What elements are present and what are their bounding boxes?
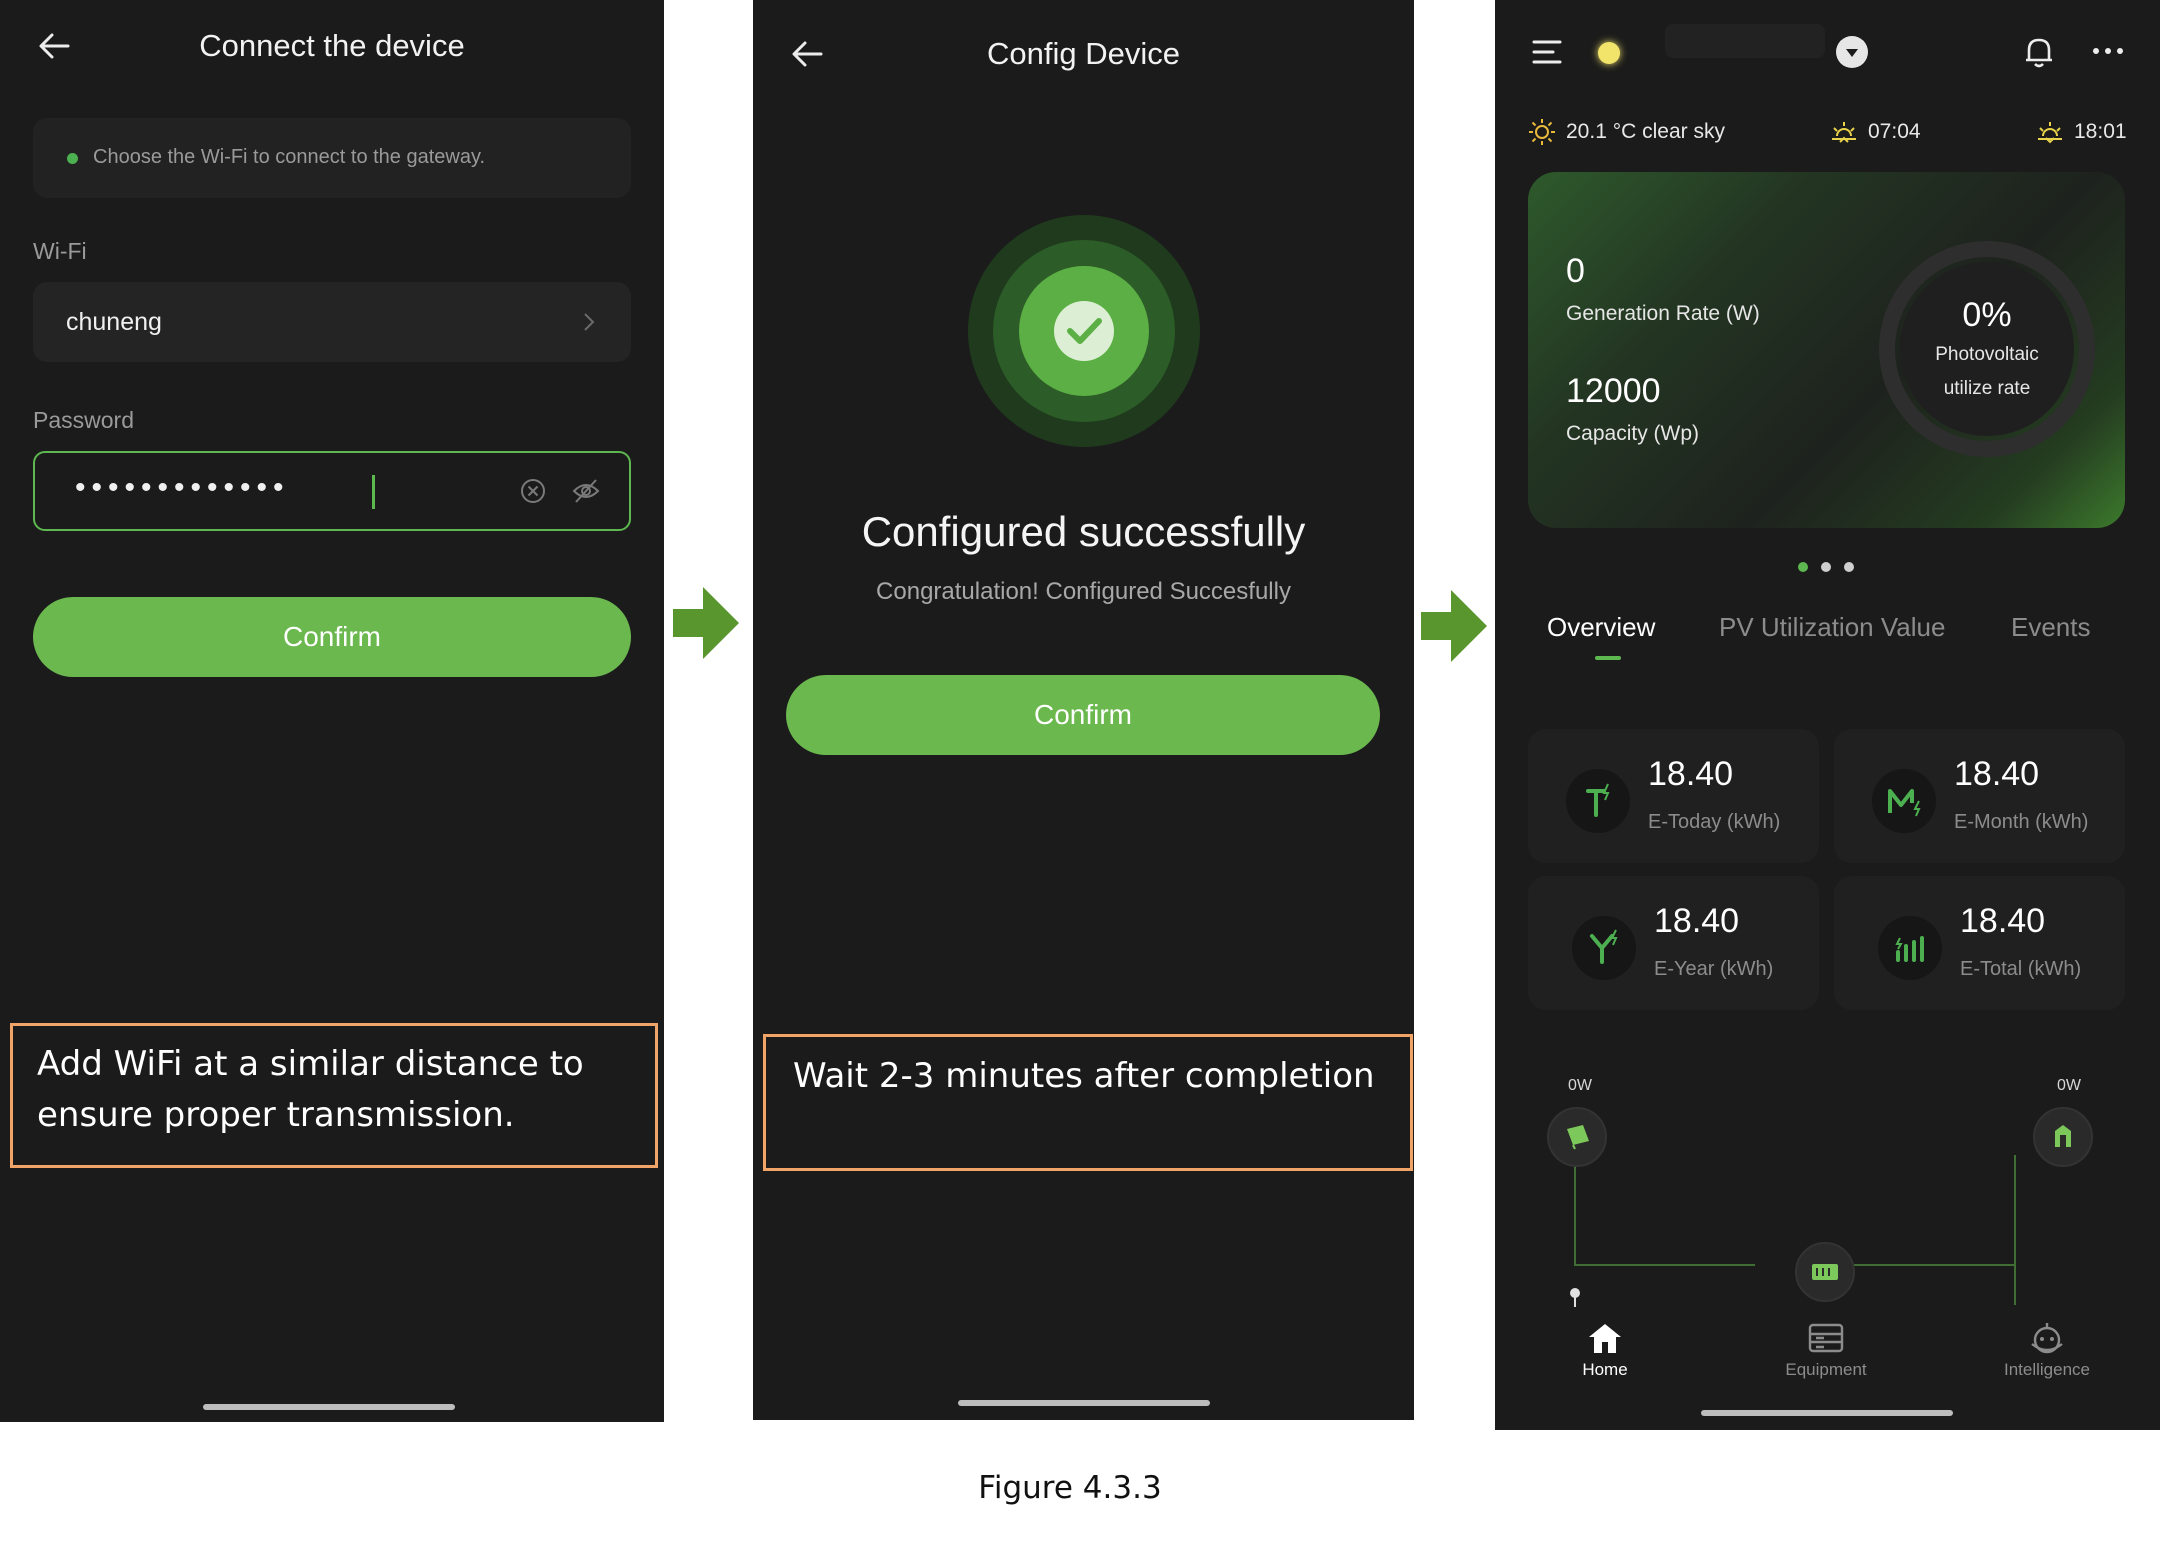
sun-status-icon <box>1598 42 1620 64</box>
home-icon <box>1589 1324 1621 1353</box>
success-check-icon <box>968 215 1200 447</box>
menu-icon[interactable] <box>1531 36 1563 68</box>
bell-icon[interactable] <box>2022 34 2056 70</box>
tab-overview[interactable]: Overview <box>1547 612 1655 643</box>
chevron-right-icon <box>584 313 595 331</box>
energy-year-icon <box>1572 916 1636 980</box>
utilize-rate-value: 0% <box>1962 296 2012 334</box>
confirm-button[interactable]: Confirm <box>786 675 1380 755</box>
pager-dot-active[interactable] <box>1798 562 1808 572</box>
more-icon[interactable] <box>2091 46 2125 56</box>
capacity-label: Capacity (Wp) <box>1566 422 1700 445</box>
load-node[interactable] <box>2033 1107 2093 1167</box>
tab-indicator <box>1595 656 1621 660</box>
stat-value: 18.40 <box>1648 755 1734 793</box>
energy-today-icon <box>1566 769 1630 833</box>
weather-info: 20.1 °C clear sky <box>1528 118 1725 146</box>
inverter-node[interactable] <box>1795 1242 1855 1302</box>
pv-panel-node[interactable] <box>1547 1107 1607 1167</box>
utilize-rate-label-1: Photovoltaic <box>1935 344 2039 365</box>
nav-equipment[interactable]: Equipment <box>1756 1320 1896 1380</box>
solar-panel-icon <box>1567 1125 1589 1150</box>
energy-month-icon <box>1872 769 1936 833</box>
stat-value: 18.40 <box>1954 755 2040 793</box>
weather-text: 20.1 °C clear sky <box>1566 120 1725 143</box>
password-label: Password <box>33 407 134 433</box>
figure-caption: Figure 4.3.3 <box>978 1470 1162 1506</box>
stat-label: E-Total (kWh) <box>1960 958 2082 980</box>
stat-tile-total: 18.40 E-Total (kWh) <box>1834 876 2125 1010</box>
nav-home[interactable]: Home <box>1535 1320 1675 1380</box>
tab-pv-utilization[interactable]: PV Utilization Value <box>1719 612 1945 643</box>
password-mask: ••••••••••••• <box>75 471 290 504</box>
next-arrow-icon <box>673 587 739 659</box>
inverter-icon <box>1812 1264 1838 1280</box>
flow-pv-power: 0W <box>1568 1077 1592 1094</box>
success-title: Configured successfully <box>861 508 1306 555</box>
password-field[interactable]: ••••••••••••• <box>33 451 631 531</box>
wifi-select[interactable]: chuneng <box>33 282 631 362</box>
success-subtitle: Congratulation! Configured Succesfully <box>876 578 1291 605</box>
stat-value: 18.40 <box>1960 902 2046 940</box>
next-arrow-icon <box>1421 590 1487 662</box>
config-device-screen: Config Device Configured successfully Co… <box>753 0 1414 1420</box>
nav-label: Equipment <box>1785 1360 1867 1379</box>
generation-rate-value: 0 <box>1566 252 1585 290</box>
station-dropdown[interactable] <box>1836 36 1868 68</box>
stat-tile-year: 18.40 E-Year (kWh) <box>1528 876 1819 1010</box>
sunset-time: 18:01 <box>2074 120 2127 143</box>
stat-label: E-Year (kWh) <box>1654 958 1774 980</box>
connect-device-screen: Connect the device Choose the Wi-Fi to c… <box>0 0 664 1422</box>
clear-icon[interactable] <box>519 477 547 505</box>
generation-summary-card: 0 Generation Rate (W) 12000 Capacity (Wp… <box>1528 172 2125 528</box>
equipment-icon <box>1808 1323 1844 1353</box>
sunrise-info: 07:04 <box>1830 118 1921 146</box>
hide-password-icon[interactable] <box>571 477 601 505</box>
flow-load-power: 0W <box>2057 1077 2081 1094</box>
sun-icon <box>1529 119 1555 145</box>
home-indicator <box>203 1404 455 1410</box>
robot-icon <box>2031 1323 2063 1354</box>
sunrise-time: 07:04 <box>1868 120 1921 143</box>
stat-tile-month: 18.40 E-Month (kWh) <box>1834 729 2125 863</box>
station-name-redacted <box>1665 24 1825 58</box>
pager-dot[interactable] <box>1821 562 1831 572</box>
hint-text: Choose the Wi-Fi to connect to the gatew… <box>93 146 486 168</box>
nav-label: Intelligence <box>2003 1360 2090 1379</box>
utilize-rate-label-2: utilize rate <box>1943 378 2031 399</box>
sunrise-icon <box>1832 122 1856 143</box>
status-dot-icon <box>67 153 78 164</box>
pager-dot[interactable] <box>1844 562 1854 572</box>
text-caret <box>372 475 375 509</box>
page-title: Config Device <box>987 36 1180 71</box>
home-indicator <box>1701 1410 1953 1416</box>
capacity-value: 12000 <box>1566 372 1661 410</box>
page-title: Connect the device <box>199 28 465 63</box>
house-load-icon <box>2055 1125 2071 1147</box>
tab-events[interactable]: Events <box>2011 612 2091 643</box>
instruction-note: Add WiFi at a similar distance to ensure… <box>10 1023 658 1168</box>
wifi-value: chuneng <box>66 308 162 336</box>
stat-value: 18.40 <box>1654 902 1740 940</box>
chevron-down-icon <box>1846 49 1858 57</box>
location-pin-icon <box>1570 1288 1580 1307</box>
generation-rate-label: Generation Rate (W) <box>1566 302 1760 325</box>
home-indicator <box>958 1400 1210 1406</box>
sunset-info: 18:01 <box>2036 118 2127 146</box>
energy-total-icon <box>1878 916 1942 980</box>
nav-label: Home <box>1582 1360 1628 1379</box>
stat-label: E-Month (kWh) <box>1954 811 2089 833</box>
stat-label: E-Today (kWh) <box>1648 811 1781 833</box>
sunset-icon <box>2038 122 2062 144</box>
nav-intelligence[interactable]: Intelligence <box>1977 1320 2117 1380</box>
wifi-label: Wi-Fi <box>33 238 87 264</box>
stat-tile-today: 18.40 E-Today (kWh) <box>1528 729 1819 863</box>
confirm-button[interactable]: Confirm <box>33 597 631 677</box>
hint-banner: Choose the Wi-Fi to connect to the gatew… <box>33 118 631 198</box>
home-dashboard-screen: 20.1 °C clear sky 07:04 18:01 0 Generati… <box>1495 0 2160 1430</box>
instruction-note: Wait 2-3 minutes after completion <box>763 1034 1413 1171</box>
